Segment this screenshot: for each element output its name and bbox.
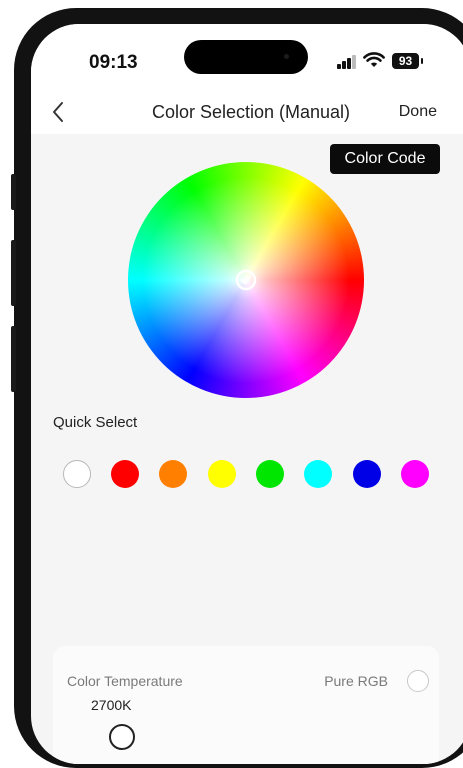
status-bar: 09:13 93	[31, 24, 463, 94]
swatch-magenta[interactable]	[401, 460, 429, 488]
battery-tip	[421, 58, 423, 64]
battery-level: 93	[398, 54, 413, 68]
wifi-icon	[363, 52, 385, 67]
swatch-cyan[interactable]	[304, 460, 332, 488]
quick-select-label: Quick Select	[53, 414, 138, 431]
pure-rgb-radio[interactable]	[407, 670, 429, 692]
swatch-green[interactable]	[256, 460, 284, 488]
screen: 09:13 93 Color Selection (Manual) Done C…	[31, 24, 463, 764]
color-wheel[interactable]	[128, 162, 364, 398]
temperature-slider-knob[interactable]	[109, 724, 135, 750]
nav-bar: Color Selection (Manual) Done	[31, 94, 463, 134]
swatch-orange[interactable]	[159, 460, 187, 488]
volume-up-button	[11, 240, 16, 306]
camera-dot	[284, 54, 289, 59]
pure-rgb-label: Pure RGB	[324, 673, 388, 689]
volume-down-button	[11, 326, 16, 392]
done-button[interactable]: Done	[399, 103, 437, 121]
battery-icon: 93	[392, 53, 419, 69]
wheel-selector-handle[interactable]	[235, 269, 257, 291]
action-button	[11, 174, 16, 210]
color-temperature-label: Color Temperature	[67, 673, 183, 689]
color-temperature-value: 2700K	[91, 697, 132, 713]
signal-icon	[337, 53, 357, 69]
swatch-yellow[interactable]	[208, 460, 236, 488]
status-time: 09:13	[89, 52, 138, 73]
color-temperature-card: Color Temperature Pure RGB 2700K	[53, 646, 439, 764]
dynamic-island	[184, 40, 308, 74]
swatch-red[interactable]	[111, 460, 139, 488]
swatch-white[interactable]	[63, 460, 91, 488]
color-code-button[interactable]: Color Code	[330, 144, 440, 174]
swatch-blue[interactable]	[353, 460, 381, 488]
